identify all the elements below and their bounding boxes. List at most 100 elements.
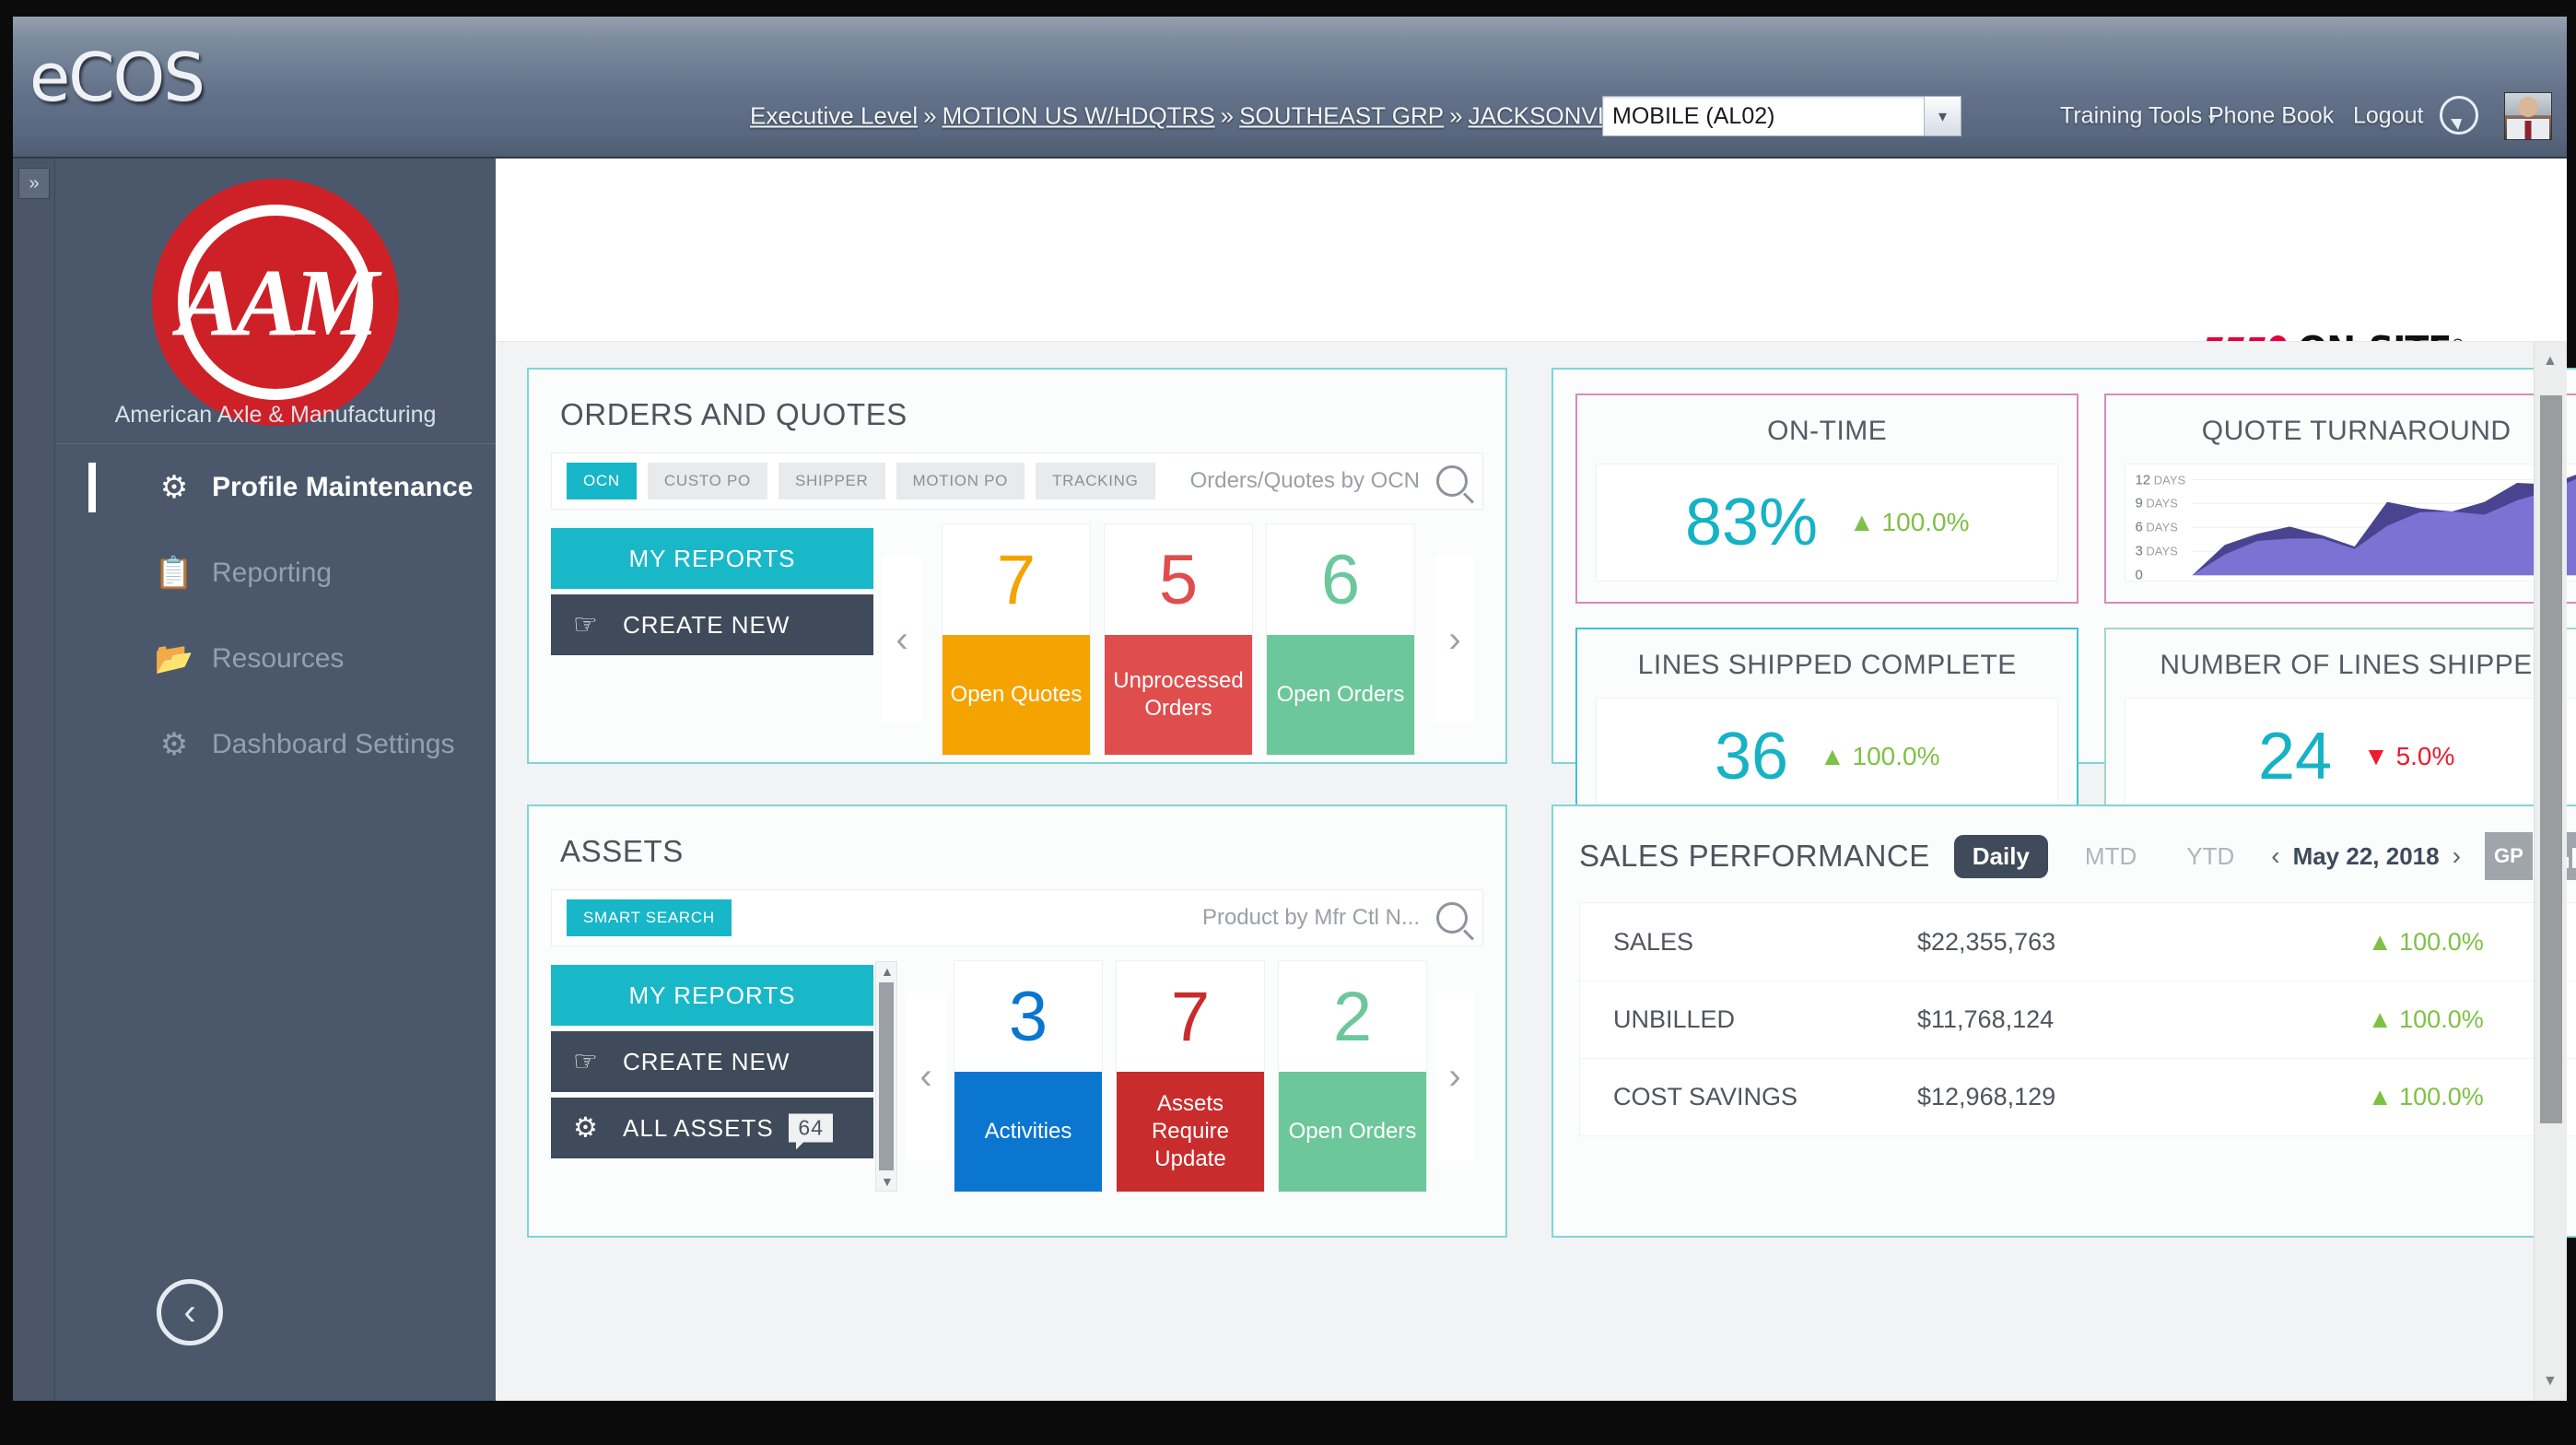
range-ytd[interactable]: YTD <box>2173 837 2247 876</box>
row-label: UNBILLED <box>1613 1005 1917 1034</box>
kpi-on-time[interactable]: ON-TIME 83% ▲ 100.0% <box>1575 394 2078 604</box>
orders-tile[interactable]: 6 Open Orders <box>1267 524 1414 755</box>
create-new-button[interactable]: ☞ CREATE NEW <box>551 594 873 655</box>
breadcrumb-separator: » <box>923 102 936 131</box>
row-label: COST SAVINGS <box>1613 1083 1917 1111</box>
search-icon[interactable] <box>1436 465 1468 497</box>
assets-next-button[interactable]: › <box>1435 993 1474 1160</box>
training-tools-menu[interactable]: Training Tools▼ <box>2060 103 2219 130</box>
row-label: SALES <box>1613 928 1917 957</box>
range-mtd[interactable]: MTD <box>2072 837 2149 876</box>
date-navigator: ‹ May 22, 2018 › <box>2271 841 2461 871</box>
search-icon[interactable] <box>1436 902 1468 934</box>
orders-prev-button[interactable]: ‹ <box>883 556 921 723</box>
orders-search-input[interactable]: Orders/Quotes by OCN <box>1190 468 1420 494</box>
sidebar-item-label: Profile Maintenance <box>212 472 473 503</box>
my-reports-button[interactable]: MY REPORTS <box>551 528 873 589</box>
top-navigation-bar: eCOS Executive Level»MOTION US W/HDQTRS»… <box>13 17 2567 159</box>
all-assets-button[interactable]: ⚙ ALL ASSETS 64 <box>551 1098 873 1158</box>
kpi-quote-turnaround[interactable]: QUOTE TURNAROUND 03 DAYS6 DAYS9 DAYS12 D… <box>2104 394 2576 604</box>
range-daily[interactable]: Daily <box>1954 835 2048 878</box>
date-next-button[interactable]: › <box>2453 841 2461 871</box>
kpi-title: QUOTE TURNAROUND <box>2125 416 2576 447</box>
sidebar-item-reporting[interactable]: 📋 Reporting <box>55 530 496 616</box>
card-title: SALES PERFORMANCE <box>1579 839 1930 874</box>
collapse-sidebar-button[interactable]: ‹ <box>157 1279 223 1345</box>
brand-block: AAM American Axle & Manufacturing <box>55 159 496 444</box>
gear-icon: ⚙ <box>157 470 192 505</box>
expand-rail-button[interactable]: » <box>18 168 50 199</box>
dashboard-body: ORDERS AND QUOTES OCN CUSTO PO SHIPPER M… <box>496 341 2567 1401</box>
tile-value: 2 <box>1279 961 1426 1072</box>
phone-book-link[interactable]: Phone Book <box>2208 103 2334 130</box>
training-tools-label: Training Tools <box>2060 103 2202 129</box>
gp-toggle-button[interactable]: GP <box>2485 832 2533 880</box>
window-frame-bottom <box>0 1401 2576 1445</box>
site-select[interactable]: MOBILE (AL02) ▾ <box>1602 96 1961 136</box>
filter-pill-shipper[interactable]: SHIPPER <box>779 463 885 499</box>
breadcrumb-item-1[interactable]: MOTION US W/HDQTRS <box>943 102 1215 130</box>
orders-tile[interactable]: 5 Unprocessed Orders <box>1105 524 1252 755</box>
filter-pill-custo-po[interactable]: CUSTO PO <box>648 463 767 499</box>
table-row[interactable]: SALES $22,355,763 ▲ 100.0% <box>1580 903 2576 981</box>
window-frame-top <box>0 0 2576 17</box>
my-reports-button[interactable]: MY REPORTS <box>551 965 873 1026</box>
assets-search-input[interactable]: Product by Mfr Ctl N... <box>1202 905 1420 931</box>
breadcrumb-separator: » <box>1449 102 1462 131</box>
date-prev-button[interactable]: ‹ <box>2271 841 2279 871</box>
tile-value: 5 <box>1105 524 1252 635</box>
filter-pill-smart-search[interactable]: SMART SEARCH <box>567 899 732 936</box>
create-new-button[interactable]: ☞ CREATE NEW <box>551 1031 873 1092</box>
avatar-head <box>2518 97 2538 117</box>
folder-icon: 📂 <box>157 641 192 676</box>
tile-label: Open Orders <box>1279 1072 1426 1192</box>
company-logo-letters: AAM <box>177 248 373 358</box>
dashboard-grid: ORDERS AND QUOTES OCN CUSTO PO SHIPPER M… <box>527 368 2506 1392</box>
ecos-logo: eCOS <box>29 39 204 116</box>
scroll-up-icon[interactable]: ▲ <box>2543 353 2558 370</box>
row-value: $22,355,763 <box>1917 928 2368 957</box>
scroll-up-icon[interactable]: ▲ <box>881 964 894 979</box>
logout-link[interactable]: Logout <box>2353 103 2423 130</box>
assets-prev-button[interactable]: ‹ <box>907 993 945 1160</box>
orders-tile[interactable]: 7 Open Quotes <box>943 524 1090 755</box>
dashboard-left-column: ORDERS AND QUOTES OCN CUSTO PO SHIPPER M… <box>527 368 1507 1392</box>
scrollbar-thumb[interactable] <box>879 982 894 1170</box>
kpi-value: 36 <box>1715 719 1788 794</box>
window-frame-left <box>0 0 13 1445</box>
assets-buttons-scrollbar[interactable]: ▲ ▼ <box>875 961 897 1192</box>
filter-pill-ocn[interactable]: OCN <box>567 463 637 499</box>
avatar[interactable] <box>2504 92 2552 140</box>
orders-tiles-row: MY REPORTS ☞ CREATE NEW ‹ 7 <box>529 510 1505 782</box>
sidebar-item-label: Reporting <box>212 558 332 589</box>
assets-tile[interactable]: 2 Open Orders <box>1279 961 1426 1192</box>
card-title: ASSETS <box>529 806 1505 869</box>
sidebar-item-dashboard-settings[interactable]: ⚙ Dashboard Settings <box>55 701 496 787</box>
table-row[interactable]: COST SAVINGS $12,968,129 ▲ 100.0% <box>1580 1058 2576 1135</box>
page-scrollbar[interactable]: ▲ ▼ <box>2534 342 2567 1401</box>
sidebar-item-resources[interactable]: 📂 Resources <box>55 616 496 701</box>
quote-turnaround-chart: 03 DAYS6 DAYS9 DAYS12 DAYS <box>2125 464 2576 582</box>
gears-icon: ⚙ <box>573 1112 599 1145</box>
scroll-down-icon[interactable]: ▼ <box>2543 1373 2558 1390</box>
sales-performance-header: SALES PERFORMANCE Daily MTD YTD ‹ May 22… <box>1553 806 2576 880</box>
all-assets-label: ALL ASSETS <box>623 1114 774 1143</box>
filter-pill-tracking[interactable]: TRACKING <box>1036 463 1154 499</box>
scroll-down-icon[interactable]: ▼ <box>881 1174 894 1189</box>
tile-value: 7 <box>1117 961 1264 1072</box>
orders-next-button[interactable]: › <box>1435 556 1474 723</box>
filter-pill-motion-po[interactable]: MOTION PO <box>896 463 1025 499</box>
tile-label: Assets Require Update <box>1117 1072 1264 1192</box>
table-row[interactable]: UNBILLED $11,768,124 ▲ 100.0% <box>1580 981 2576 1058</box>
breadcrumb-item-2[interactable]: SOUTHEAST GRP <box>1239 102 1444 130</box>
scrollbar-thumb[interactable] <box>2540 395 2562 1123</box>
assets-filter-strip: SMART SEARCH Product by Mfr Ctl N... <box>551 889 1483 946</box>
assets-tile[interactable]: 3 Activities <box>954 961 1102 1192</box>
kpi-card: ON-TIME 83% ▲ 100.0% QUOTE TURNAROUND <box>1551 368 2576 764</box>
assets-tile[interactable]: 7 Assets Require Update <box>1117 961 1264 1192</box>
chat-icon[interactable] <box>2440 96 2478 135</box>
sidebar-item-profile-maintenance[interactable]: ⚙ Profile Maintenance <box>55 444 496 530</box>
breadcrumb-item-0[interactable]: Executive Level <box>750 102 918 130</box>
company-name: American Axle & Manufacturing <box>55 402 496 429</box>
sidebar: AAM American Axle & Manufacturing ⚙ Prof… <box>55 159 496 1401</box>
